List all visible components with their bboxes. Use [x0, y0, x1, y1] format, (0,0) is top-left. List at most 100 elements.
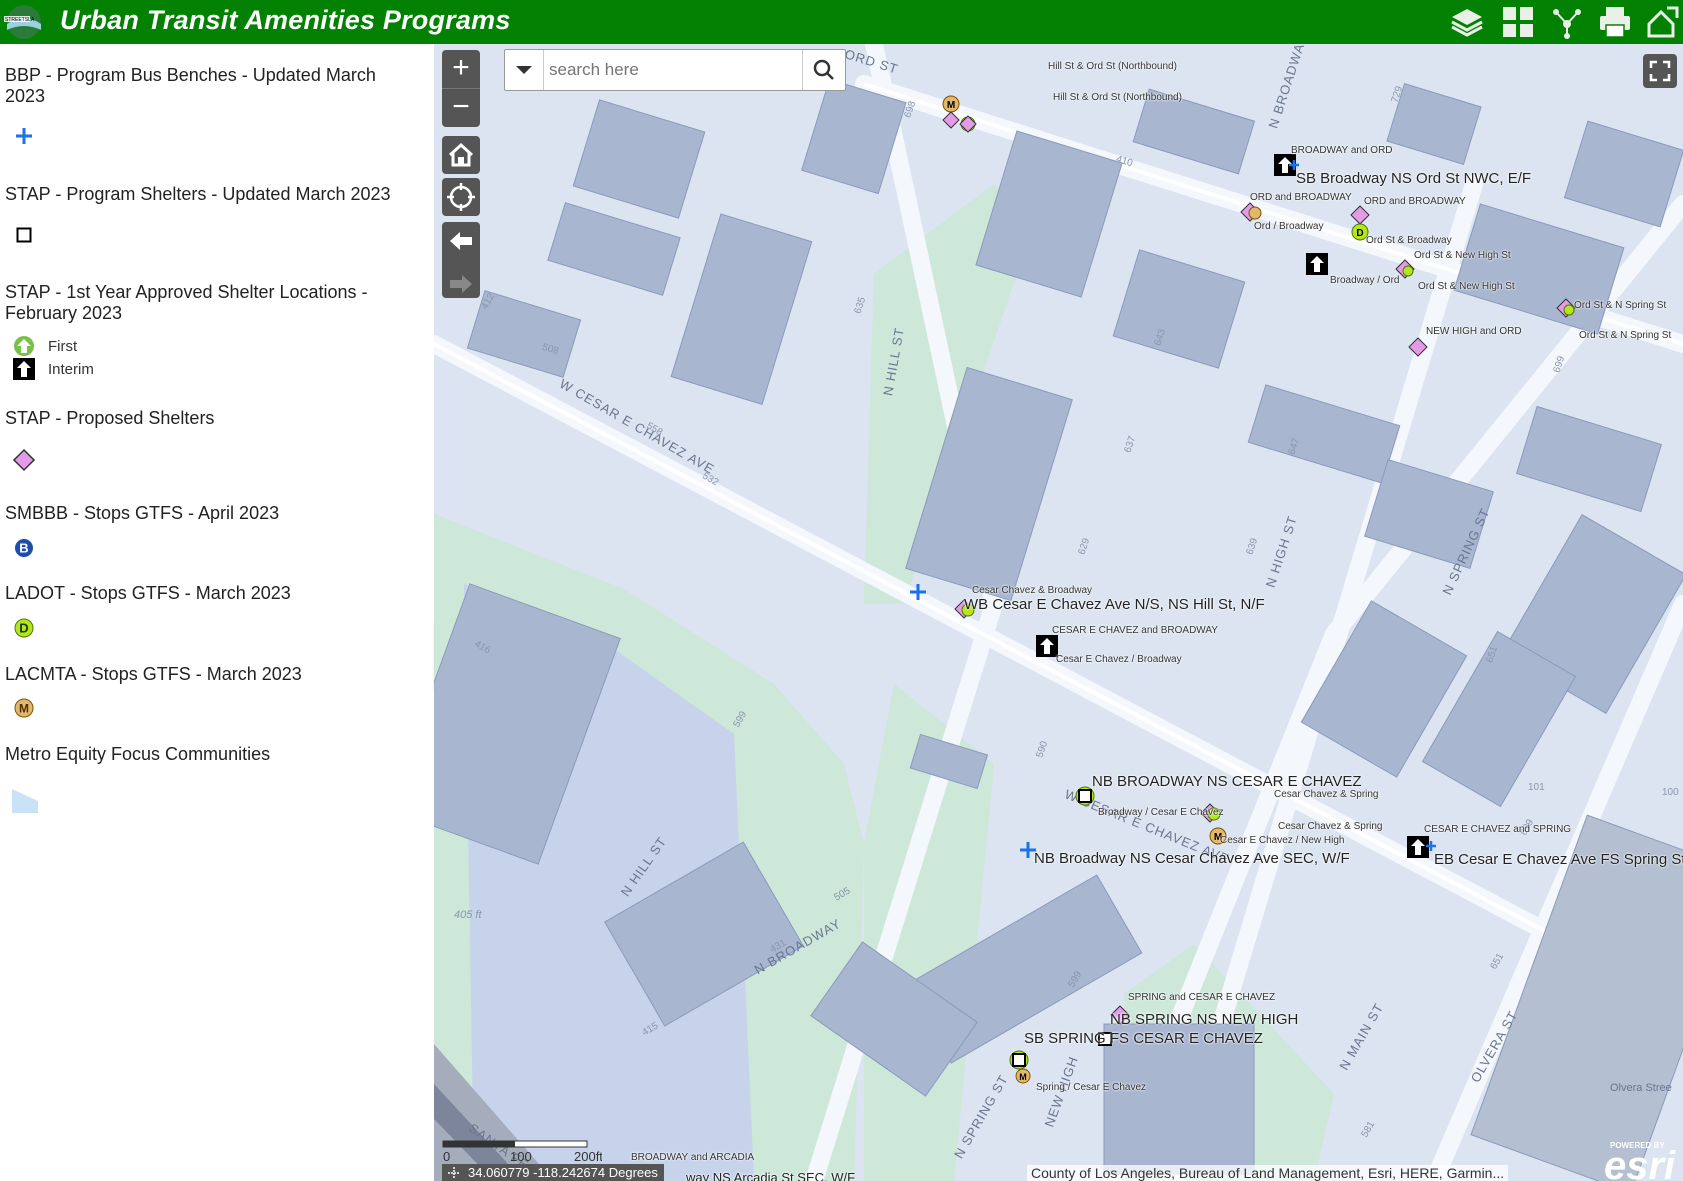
fullscreen-icon	[1649, 60, 1671, 82]
stop-label: Ord / Broadway	[1254, 221, 1324, 232]
zoom-in-button[interactable]: +	[442, 50, 480, 88]
coordinate-text: 34.060779 -118.242674 Degrees	[468, 1165, 658, 1180]
stop-name-label: NB SPRING NS NEW HIGH	[1110, 1011, 1299, 1028]
stop-label: Hill St & Ord St (Northbound)	[1048, 61, 1177, 72]
legend-panel: BBP - Program Bus Benches - Updated Marc…	[0, 44, 434, 1181]
zoom-control: + −	[442, 50, 480, 127]
locate-icon	[447, 183, 475, 211]
stop-label: BROADWAY and ARCADIA	[631, 1152, 755, 1163]
svg-text:D: D	[19, 621, 28, 636]
svg-text:D: D	[1356, 228, 1363, 239]
stop-label: Cesar Chavez & Spring	[1274, 789, 1379, 800]
svg-text:M: M	[1019, 1072, 1027, 1082]
legend-layer-title: BBP - Program Bus Benches - Updated Marc…	[5, 65, 376, 106]
stop-name-label: NB Broadway NS Cesar Chavez Ave SEC, W/F	[1034, 850, 1350, 867]
legend-item-label: Interim	[48, 361, 94, 378]
print-icon[interactable]	[1597, 4, 1633, 40]
up-arrow-green-icon	[14, 336, 34, 356]
esri-logo[interactable]: esri	[1604, 1144, 1675, 1181]
app-header: STREETSLA Urban Transit Amenities Progra…	[0, 0, 1683, 44]
building-number: 100	[1662, 787, 1679, 798]
legend-layer-title: LADOT - Stops GTFS - March 2023	[5, 583, 291, 603]
stop-label: Cesar Chavez & Broadway	[972, 585, 1093, 596]
stop-label: CESAR E CHAVEZ and SPRING	[1424, 824, 1572, 835]
stop-name-label: NB BROADWAY NS CESAR E CHAVEZ	[1092, 773, 1362, 790]
locate-button[interactable]	[442, 178, 480, 216]
stop-name-label: way NS Arcadia St SEC, W/F	[686, 1170, 856, 1181]
svg-text:B: B	[19, 541, 28, 556]
stop-name-label: WB Cesar E Chavez Ave N/S, NS Hill St, N…	[964, 596, 1265, 613]
proposed-shelter-diamond-icon[interactable]	[1406, 336, 1430, 360]
legend-item-label: First	[48, 338, 78, 355]
layers-icon[interactable]	[1449, 4, 1485, 40]
street-label: Olvera Stree	[1610, 1082, 1672, 1094]
stop-label: Broadway / Cesar E Chavez	[1098, 807, 1224, 818]
home-button[interactable]	[442, 136, 480, 174]
zoom-out-button[interactable]: −	[442, 88, 480, 127]
legend-layer-title: Metro Equity Focus Communities	[5, 744, 271, 764]
stop-label: Cesar Chavez & Spring	[1278, 821, 1383, 832]
stop-name-label: SB Broadway NS Ord St NWC, E/F	[1296, 170, 1532, 187]
stop-label: Cesar E Chavez / Broadway	[1056, 654, 1182, 665]
chevron-down-icon	[516, 66, 532, 74]
search-icon	[813, 59, 834, 80]
stop-label: SPRING and CESAR E CHAVEZ	[1128, 992, 1276, 1003]
stop-label: BROADWAY and ORD	[1291, 145, 1393, 156]
stop-label: NEW HIGH and ORD	[1426, 326, 1522, 337]
interim-shelter-icon[interactable]	[1305, 252, 1331, 278]
stop-label: Ord St & N Spring St	[1579, 330, 1672, 341]
map-view[interactable]: ORD ST N BROADWAY N HILL ST W CESAR E CH…	[434, 44, 1683, 1181]
stop-label: Cesar E Chavez / New High	[1220, 835, 1345, 846]
crosshair-icon	[448, 1167, 460, 1179]
up-arrow-black-icon	[13, 358, 35, 380]
svg-text:100: 100	[510, 1149, 532, 1163]
search-source-dropdown[interactable]	[505, 50, 544, 90]
share-icon[interactable]	[1549, 4, 1585, 40]
legend-layer-title: STAP - 1st Year Approved Shelter Locatio…	[5, 282, 368, 323]
shelter-square-icon[interactable]: M	[1008, 1049, 1034, 1089]
svg-text:200ft: 200ft	[574, 1149, 602, 1163]
svg-text:M: M	[947, 100, 955, 111]
stop-label: Spring / Cesar E Chavez	[1036, 1082, 1147, 1093]
stop-marker-cluster[interactable]: M	[941, 84, 981, 134]
plus-symbol-icon	[16, 128, 32, 144]
extent-navigate-control	[442, 222, 480, 298]
stop-label: Ord St & N Spring St	[1574, 300, 1667, 311]
m-circle-icon: M	[14, 698, 34, 718]
diamond-symbol-icon	[12, 448, 36, 472]
map-attribution: County of Los Angeles, Bureau of Land Ma…	[1027, 1165, 1509, 1181]
stop-label: ORD and BROADWAY	[1364, 196, 1466, 207]
next-extent-icon[interactable]	[442, 265, 480, 303]
legend-layer-title: STAP - Program Shelters - Updated March …	[5, 184, 391, 204]
equity-area-symbol-icon	[12, 789, 38, 813]
scale-bar: 0 100 200ft	[442, 1140, 602, 1163]
stop-label: CESAR E CHAVEZ and BROADWAY	[1052, 625, 1218, 636]
search-input[interactable]	[547, 50, 801, 90]
coordinate-readout[interactable]: 34.060779 -118.242674 Degrees	[442, 1164, 664, 1181]
bench-plus-icon[interactable]	[908, 582, 928, 602]
stop-label: Ord St & New High St	[1418, 281, 1515, 292]
previous-extent-icon[interactable]	[442, 222, 480, 260]
measure-icon[interactable]	[1645, 4, 1681, 40]
basemap-gallery-icon[interactable]	[1500, 4, 1536, 40]
stop-name-label: EB Cesar E Chavez Ave FS Spring St S	[1434, 851, 1683, 868]
app-title: Urban Transit Amenities Programs	[60, 5, 511, 35]
elevation-label: 405 ft	[454, 909, 482, 921]
stop-label: Broadway / Ord	[1330, 275, 1400, 286]
stop-label: Hill St & Ord St (Northbound)	[1053, 92, 1182, 103]
svg-text:M: M	[19, 702, 29, 716]
legend-layer-title: LACMTA - Stops GTFS - March 2023	[5, 664, 302, 684]
stop-label: Ord St & Broadway	[1366, 235, 1452, 246]
legend-layer-title: SMBBB - Stops GTFS - April 2023	[5, 503, 280, 523]
square-symbol-icon	[16, 227, 32, 243]
fullscreen-button[interactable]	[1643, 54, 1677, 88]
home-icon	[448, 142, 474, 167]
svg-text:0: 0	[443, 1149, 450, 1163]
legend-layer-title: STAP - Proposed Shelters	[5, 408, 215, 428]
search-button[interactable]	[802, 50, 845, 90]
stop-label: ORD and BROADWAY	[1250, 192, 1352, 203]
building-number: 101	[1528, 782, 1545, 793]
svg-text:STREETSLA: STREETSLA	[5, 17, 35, 23]
stop-name-label: SB SPRING FS CESAR E CHAVEZ	[1024, 1030, 1263, 1047]
stop-label: Ord St & New High St	[1414, 250, 1511, 261]
